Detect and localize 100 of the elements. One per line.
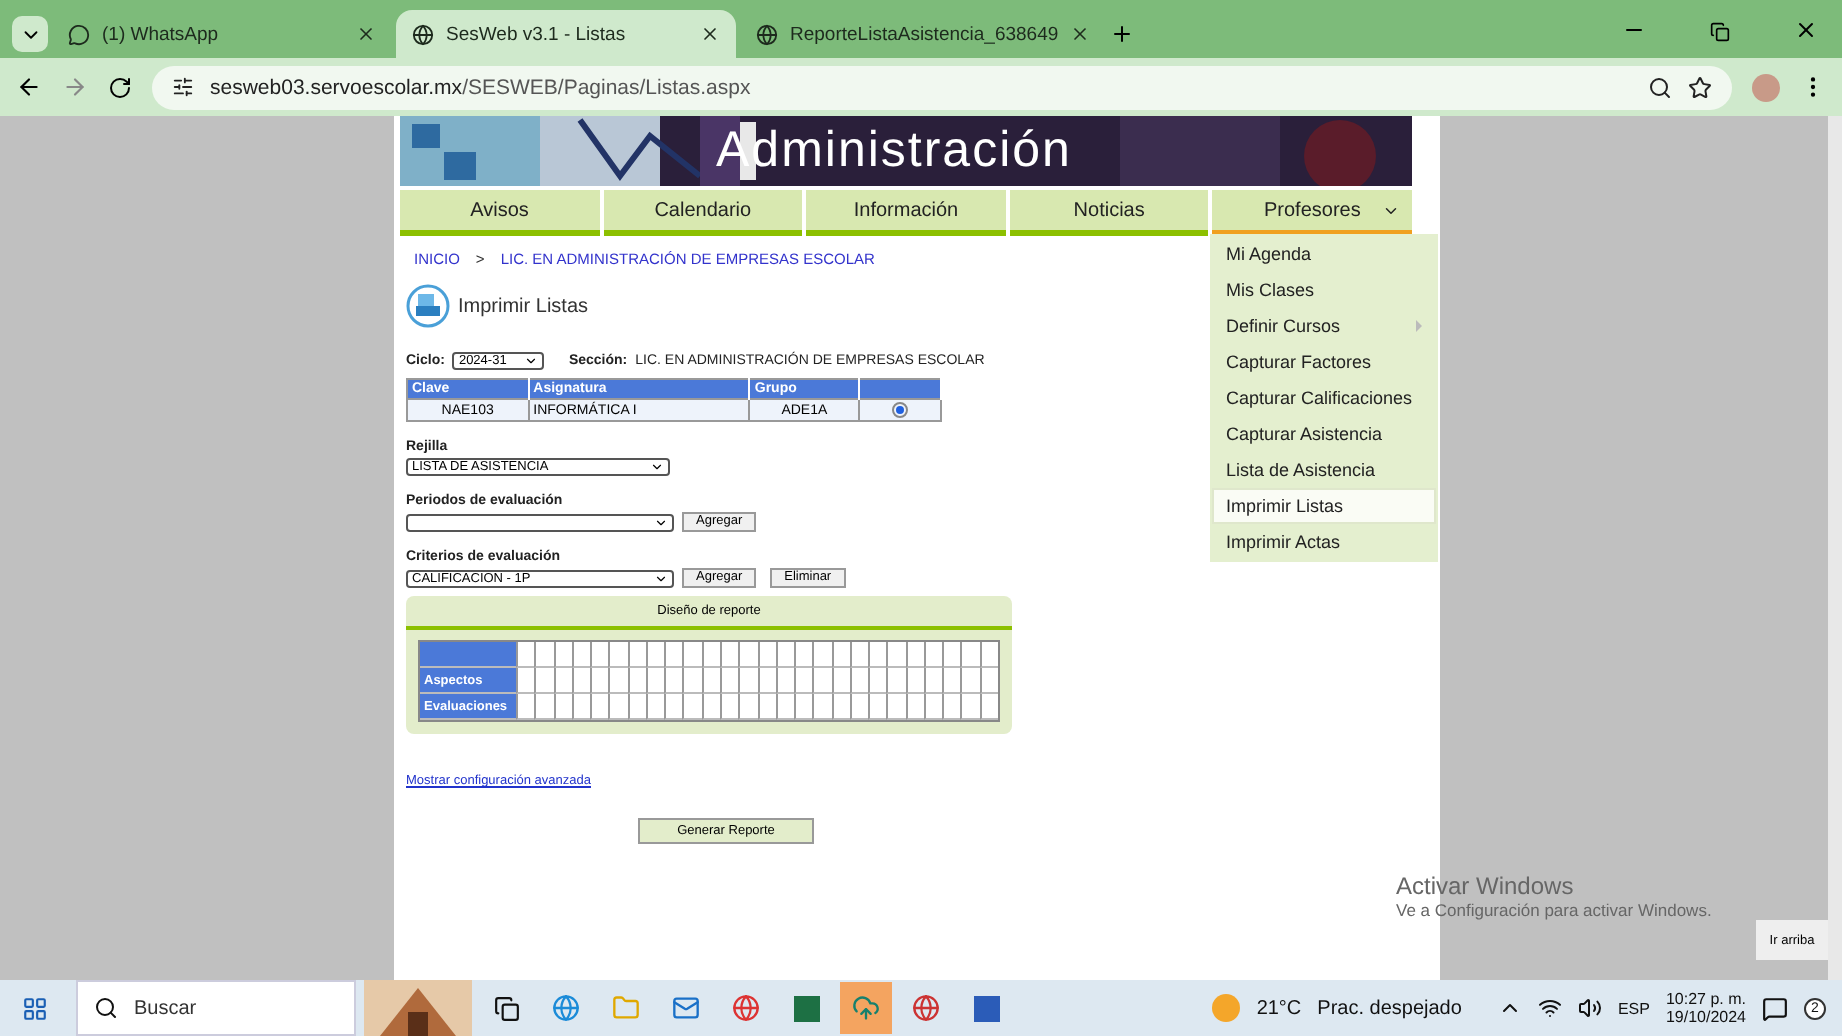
grid-cell <box>960 642 980 668</box>
menu-item[interactable]: Capturar Factores <box>1212 344 1436 380</box>
grid-cell <box>534 668 554 694</box>
nav-item[interactable]: Noticias <box>1009 190 1209 236</box>
grid-cell <box>738 668 757 694</box>
grid-cell <box>682 642 702 668</box>
grid-cell <box>868 668 887 694</box>
nav-item[interactable]: Calendario <box>603 190 803 236</box>
close-icon[interactable] <box>1070 24 1091 44</box>
grid-cell <box>886 694 906 720</box>
zoom-icon[interactable] <box>1648 75 1672 99</box>
menu-item[interactable]: Capturar Calificaciones <box>1212 380 1436 416</box>
grid-cell <box>608 642 628 668</box>
grid-cell <box>682 694 702 720</box>
browser-tab[interactable]: ReporteListaAsistencia_638649 <box>740 10 1107 58</box>
grid-cell <box>794 694 813 720</box>
grid-cell <box>960 694 980 720</box>
globe-icon[interactable] <box>552 994 580 1022</box>
restore-icon[interactable] <box>1710 22 1730 42</box>
search-icon <box>94 996 118 1020</box>
nav-item[interactable]: Avisos <box>400 190 600 236</box>
task-view-icon[interactable] <box>493 995 519 1021</box>
temperature: 21°C <box>1256 997 1302 1019</box>
grid-cell <box>794 642 813 668</box>
grid-cell <box>942 642 961 668</box>
close-icon[interactable] <box>1794 18 1818 42</box>
grid-cell <box>516 668 535 694</box>
header-cell <box>420 642 516 668</box>
grid-cell <box>942 694 961 720</box>
new-tab-icon[interactable] <box>1110 22 1135 46</box>
grid-cell <box>868 694 887 720</box>
globe-icon[interactable] <box>912 994 940 1022</box>
language-indicator[interactable]: ESP <box>1617 999 1650 1017</box>
weather-text: Prac. despejado <box>1317 997 1462 1019</box>
period-select[interactable] <box>406 513 674 531</box>
printer-icon <box>406 284 450 328</box>
grid-cell <box>738 694 757 720</box>
grid-cell <box>534 694 554 720</box>
menu-item[interactable]: Definir Cursos <box>1212 308 1436 344</box>
start-icon[interactable] <box>21 995 47 1021</box>
grid-cell <box>516 694 535 720</box>
clock[interactable]: 10:27 p. m. 19/10/2024 <box>1665 990 1746 1026</box>
menu-item[interactable]: Capturar Asistencia <box>1212 416 1436 452</box>
nav-item[interactable]: Profesores <box>1212 190 1412 236</box>
sliders-icon[interactable] <box>172 76 194 98</box>
grid-cell <box>794 668 813 694</box>
grid-cell <box>942 668 961 694</box>
close-icon[interactable] <box>700 24 720 44</box>
tab-list-button[interactable] <box>12 16 48 52</box>
menu-item[interactable]: Mis Clases <box>1212 272 1436 308</box>
caret-icon <box>654 515 668 529</box>
grid-cell <box>812 694 832 720</box>
grid-cell <box>608 668 628 694</box>
notification-icon[interactable] <box>1762 995 1788 1021</box>
activation-title: Activar Windows <box>1396 872 1574 900</box>
reload-icon[interactable] <box>108 75 132 99</box>
caret-icon <box>654 571 668 585</box>
grid-cell <box>590 642 609 668</box>
nav-item[interactable]: Información <box>806 190 1006 236</box>
page-title: Imprimir Listas <box>458 295 589 317</box>
url-text: sesweb03.servoescolar.mx/SESWEB/Paginas/Listas.aspx <box>210 75 751 99</box>
browser-tab[interactable]: SesWeb v3.1 - Listas <box>396 10 736 58</box>
grid-cell <box>664 694 683 720</box>
browser-tab[interactable]: (1) WhatsApp <box>52 10 392 58</box>
grid-cell <box>886 642 906 668</box>
grid-cell <box>868 642 887 668</box>
globe-icon <box>756 23 778 45</box>
caret-icon <box>650 460 664 474</box>
menu-item[interactable]: Mi Agenda <box>1212 236 1436 272</box>
address-bar[interactable]: sesweb03.servoescolar.mx/SESWEB/Paginas/Listas.aspx <box>152 65 1732 109</box>
grid-cell <box>886 668 906 694</box>
grid-cell <box>590 668 609 694</box>
star-icon[interactable] <box>1688 75 1712 99</box>
grid-cell <box>664 642 683 668</box>
chat-icon <box>68 23 90 45</box>
grid-cell <box>960 668 980 694</box>
grid-cell <box>812 668 832 694</box>
taskbar-search[interactable]: Buscar <box>76 980 356 1036</box>
grid-cell <box>590 694 609 720</box>
grid-cell <box>516 642 535 668</box>
close-icon[interactable] <box>356 24 376 44</box>
volume-icon[interactable] <box>1577 996 1602 1020</box>
globe-icon <box>412 23 434 45</box>
radio-button[interactable] <box>892 402 908 418</box>
globe-icon[interactable] <box>732 994 760 1022</box>
grid-cell <box>664 668 683 694</box>
weather-icon <box>1212 994 1241 1022</box>
grid-cell <box>608 694 628 720</box>
menu-item[interactable]: Imprimir Actas <box>1212 524 1436 560</box>
scrollbar[interactable] <box>1828 116 1842 980</box>
mail-icon[interactable] <box>672 994 700 1022</box>
grid-cell <box>534 642 554 668</box>
menu-item[interactable]: Lista de Asistencia <box>1212 452 1436 488</box>
cloud-upload-icon <box>852 994 880 1022</box>
grid-cell <box>682 668 702 694</box>
grid-cell <box>812 642 832 668</box>
back-icon[interactable] <box>16 74 42 100</box>
caret-icon <box>524 354 539 368</box>
forward-icon[interactable] <box>62 74 88 100</box>
menu-item[interactable]: Imprimir Listas <box>1212 488 1436 524</box>
